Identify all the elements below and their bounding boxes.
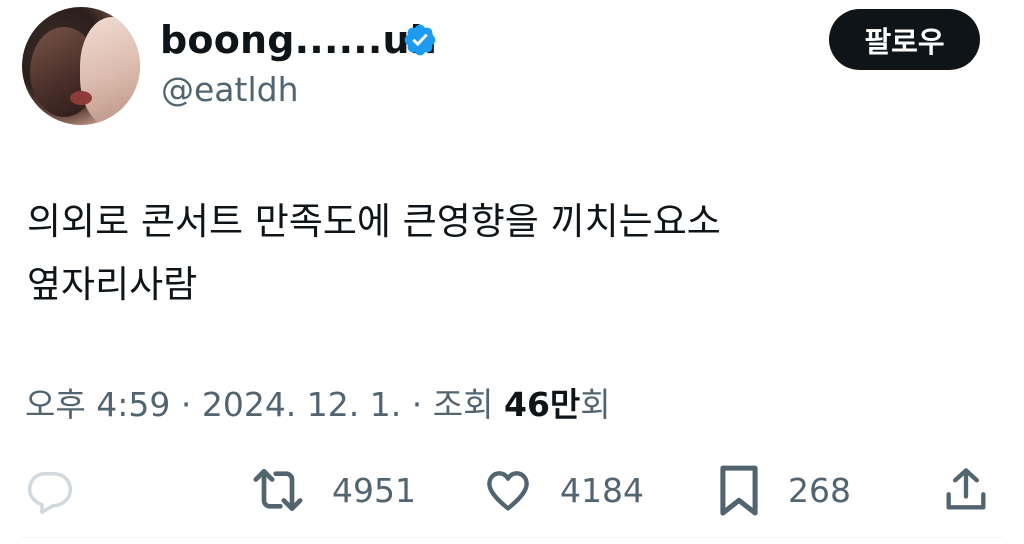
retweet-count: 4951 bbox=[332, 470, 416, 510]
views-label: 조회 bbox=[432, 385, 494, 424]
bookmark-button[interactable]: 268 bbox=[716, 460, 851, 520]
tweet-text: 의외로 콘서트 만족도에 큰영향을 끼치는요소 옆자리사람 bbox=[27, 190, 987, 316]
retweet-icon bbox=[253, 469, 303, 511]
retweet-button[interactable]: 4951 bbox=[250, 460, 416, 520]
tweet-text-line: 의외로 콘서트 만족도에 큰영향을 끼치는요소 bbox=[27, 200, 721, 243]
reply-icon bbox=[27, 472, 73, 514]
meta-separator: · bbox=[180, 385, 192, 424]
follow-button[interactable]: 팔로우 bbox=[829, 9, 980, 70]
like-count: 4184 bbox=[560, 470, 644, 510]
avatar-face-right bbox=[80, 17, 140, 125]
tweet-time[interactable]: 오후 4:59 bbox=[25, 385, 170, 424]
verified-badge-icon bbox=[404, 24, 436, 56]
like-button[interactable]: 4184 bbox=[482, 460, 644, 520]
share-icon bbox=[946, 468, 986, 510]
views-suffix: 회 bbox=[580, 385, 611, 424]
heart-icon bbox=[487, 471, 529, 511]
views-count: 46만 bbox=[503, 385, 581, 424]
bottom-divider bbox=[22, 537, 1002, 538]
author-display-name[interactable]: boong......uh bbox=[160, 18, 437, 62]
tweet-text-line: 옆자리사람 bbox=[27, 263, 198, 306]
tweet-date[interactable]: 2024. 12. 1. bbox=[202, 385, 401, 424]
avatar[interactable] bbox=[22, 7, 140, 125]
meta-separator: · bbox=[411, 385, 423, 424]
bookmark-count: 268 bbox=[788, 470, 851, 510]
reply-button[interactable] bbox=[24, 460, 76, 520]
avatar-detail bbox=[70, 91, 92, 105]
tweet-meta: 오후 4:59 · 2024. 12. 1. · 조회 46만회 bbox=[25, 378, 611, 426]
share-button[interactable] bbox=[940, 460, 992, 520]
author-handle[interactable]: @eatldh bbox=[161, 70, 299, 109]
tweet-card: boong......uh @eatldh 팔로우 의외로 콘서트 만족도에 큰… bbox=[0, 0, 1024, 544]
action-bar: 4951 4184 268 bbox=[0, 460, 1024, 520]
bookmark-icon bbox=[720, 465, 758, 516]
